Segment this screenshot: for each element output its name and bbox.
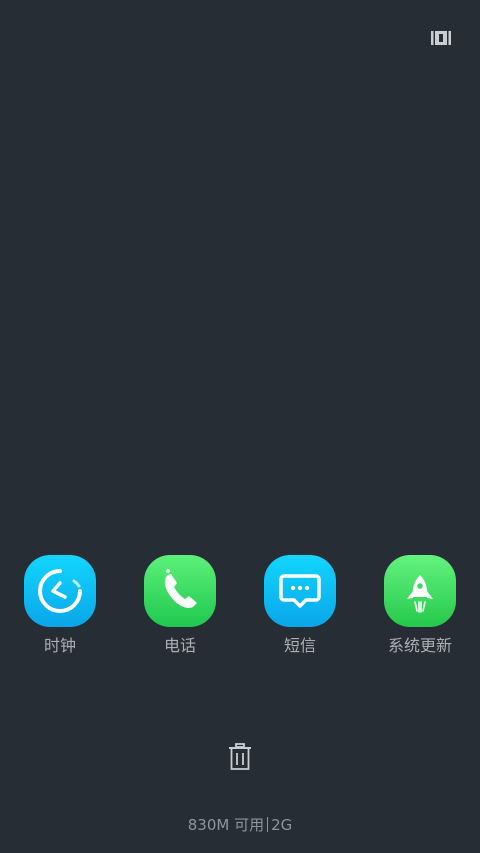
- layout-toggle-icon[interactable]: [431, 30, 451, 46]
- app-label-messages: 短信: [283, 636, 316, 655]
- clock-icon[interactable]: [24, 555, 96, 627]
- memory-total: 2G: [271, 816, 293, 834]
- recent-apps-screen: 时钟 电话 短信 系统更新 830M 可用 2G: [0, 0, 480, 853]
- phone-icon[interactable]: [144, 555, 216, 627]
- app-label-system-update: 系统更新: [387, 636, 452, 655]
- trash-icon[interactable]: [228, 743, 252, 771]
- rocket-icon[interactable]: [384, 555, 456, 627]
- app-card-phone[interactable]: 电话: [120, 555, 240, 665]
- message-icon[interactable]: [264, 555, 336, 627]
- app-label-phone: 电话: [163, 636, 196, 655]
- app-card-clock[interactable]: 时钟: [0, 555, 120, 665]
- app-card-messages[interactable]: 短信: [240, 555, 360, 665]
- recent-apps-row: 时钟 电话 短信 系统更新: [0, 555, 480, 665]
- memory-status: 830M 可用 2G: [0, 815, 480, 835]
- app-label-clock: 时钟: [43, 636, 76, 655]
- memory-available: 830M 可用: [187, 816, 265, 834]
- app-card-system-update[interactable]: 系统更新: [360, 555, 480, 665]
- memory-divider: [267, 817, 269, 832]
